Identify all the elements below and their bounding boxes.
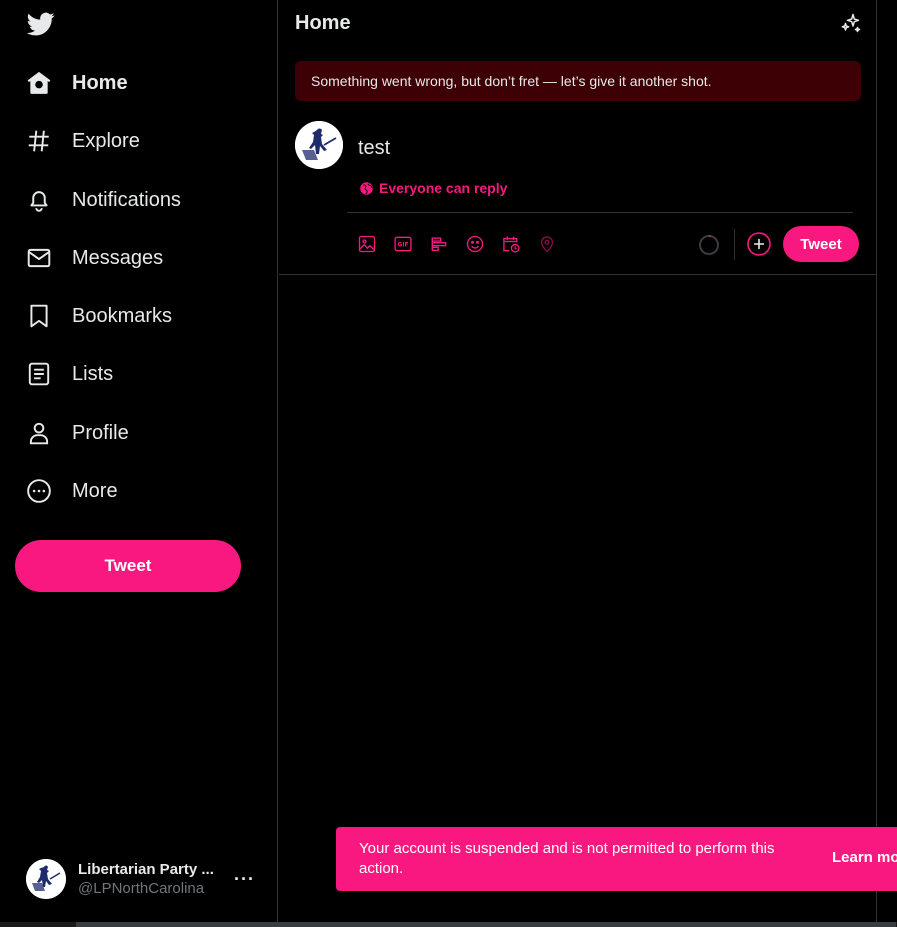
emoji-icon[interactable] [464,233,486,255]
header: Home [279,0,877,48]
nav-label-bookmarks: Bookmarks [72,304,173,327]
nav-label-lists: Lists [72,362,114,385]
composer-bottom-border [279,274,877,275]
compose-tweet-button[interactable]: Tweet [783,226,859,262]
nav-item-messages[interactable]: Messages [14,233,175,283]
error-banner: Something went wrong, but don’t fret — l… [295,61,861,101]
learn-more-link[interactable]: Learn more [832,849,897,866]
tweet-compose-input[interactable] [358,137,838,160]
bell-icon [26,187,52,213]
svg-text:GIF: GIF [398,243,409,249]
scrollbar-thumb[interactable] [76,922,896,927]
nav-label-messages: Messages [72,246,164,269]
main-column: Home Something went wrong, but don’t fre… [279,0,877,927]
ellipsis-icon[interactable]: ··· [234,869,254,890]
nav-item-explore[interactable]: Explore [14,116,152,166]
hashtag-icon [26,128,52,154]
page-title: Home [295,12,351,34]
nav-item-bookmarks[interactable]: Bookmarks [14,291,184,341]
globe-icon [360,181,373,195]
toast-message: Your account is suspended and is not per… [359,840,775,877]
person-icon [26,420,52,446]
nav-label-more: More [72,479,118,502]
nav-label-explore: Explore [72,129,140,152]
avatar [295,121,343,169]
composer-avatar-wrap[interactable] [295,121,343,169]
sidebar-tweet-button[interactable]: Tweet [15,540,241,592]
account-handle: @LPNorthCarolina [78,880,205,897]
toolbar-separator [734,229,735,260]
account-switcher[interactable]: Libertarian Party ... @LPNorthCarolina ·… [14,848,266,910]
account-text: Libertarian Party ... @LPNorthCarolina [78,861,234,897]
envelope-icon [26,245,52,271]
account-name: Libertarian Party ... [78,861,214,878]
nav-item-lists[interactable]: Lists [14,349,125,399]
bookmark-icon [26,303,52,329]
home-icon [26,70,52,96]
schedule-icon[interactable] [500,233,522,255]
composer-toolbar: GIF [356,233,558,255]
image-icon[interactable] [356,233,378,255]
more-circle-icon [26,478,52,504]
nav-item-home[interactable]: Home [14,58,140,108]
reply-setting-button[interactable]: Everyone can reply [359,180,507,196]
nav-item-profile[interactable]: Profile [14,408,141,458]
location-icon[interactable] [536,233,558,255]
list-icon [26,361,52,387]
add-thread-icon[interactable] [747,232,771,256]
gif-icon[interactable]: GIF [392,233,414,255]
nav-item-more[interactable]: More [14,466,130,516]
nav-item-notifications[interactable]: Notifications [14,175,193,225]
sidebar: Home Explore Notifications Messages Book… [0,0,278,927]
nav-label-profile: Profile [72,421,129,444]
nav-label-home: Home [72,71,128,94]
avatar [26,859,66,899]
character-count-ring [698,234,720,256]
suspension-toast: Your account is suspended and is not per… [336,827,897,891]
composer-divider [347,212,853,213]
poll-icon[interactable] [428,233,450,255]
twitter-bird-icon[interactable] [26,10,56,38]
reply-setting-label: Everyone can reply [379,180,508,196]
horizontal-scrollbar[interactable] [0,922,897,927]
sparkle-icon[interactable] [839,11,863,35]
error-banner-text: Something went wrong, but don’t fret — l… [311,73,712,89]
nav-label-notifications: Notifications [72,188,181,211]
